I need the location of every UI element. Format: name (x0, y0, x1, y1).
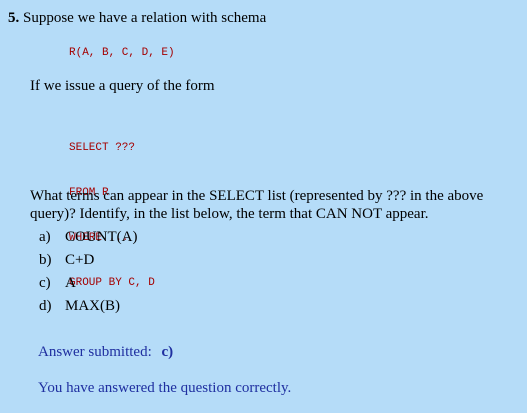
question-intro: Suppose we have a relation with schema (23, 10, 267, 26)
choice-label: d) (39, 298, 52, 314)
choice-c: c) A (39, 274, 76, 292)
answer-label: Answer submitted: (38, 344, 152, 360)
choice-text: A (65, 275, 76, 291)
query-line: GROUP BY C, D (69, 277, 155, 289)
choice-a: a) COUNT(A) (39, 228, 138, 246)
answer-value: c) (161, 344, 174, 360)
query-intro: If we issue a query of the form (30, 78, 215, 94)
prompt-line-2: query)? Identify, in the list below, the… (30, 206, 429, 222)
choice-label: c) (39, 275, 51, 291)
choice-label: a) (39, 229, 51, 245)
question-number: 5. (8, 10, 20, 26)
answer-submitted: Answer submitted: c) (38, 343, 173, 361)
choice-d: d) MAX(B) (39, 297, 120, 315)
question-prompt: What terms can appear in the SELECT list… (30, 187, 522, 223)
answer-feedback: You have answered the question correctly… (38, 380, 292, 396)
choice-b: b) C+D (39, 251, 94, 269)
choice-label: b) (39, 252, 52, 268)
choice-text: MAX(B) (65, 298, 120, 314)
question-header: 5. Suppose we have a relation with schem… (8, 9, 266, 27)
choice-text: COUNT(A) (65, 229, 138, 245)
schema-code: R(A, B, C, D, E) (69, 47, 175, 59)
prompt-line-1: What terms can appear in the SELECT list… (30, 188, 484, 204)
choice-text: C+D (65, 252, 95, 268)
query-line: SELECT ??? (69, 142, 136, 154)
